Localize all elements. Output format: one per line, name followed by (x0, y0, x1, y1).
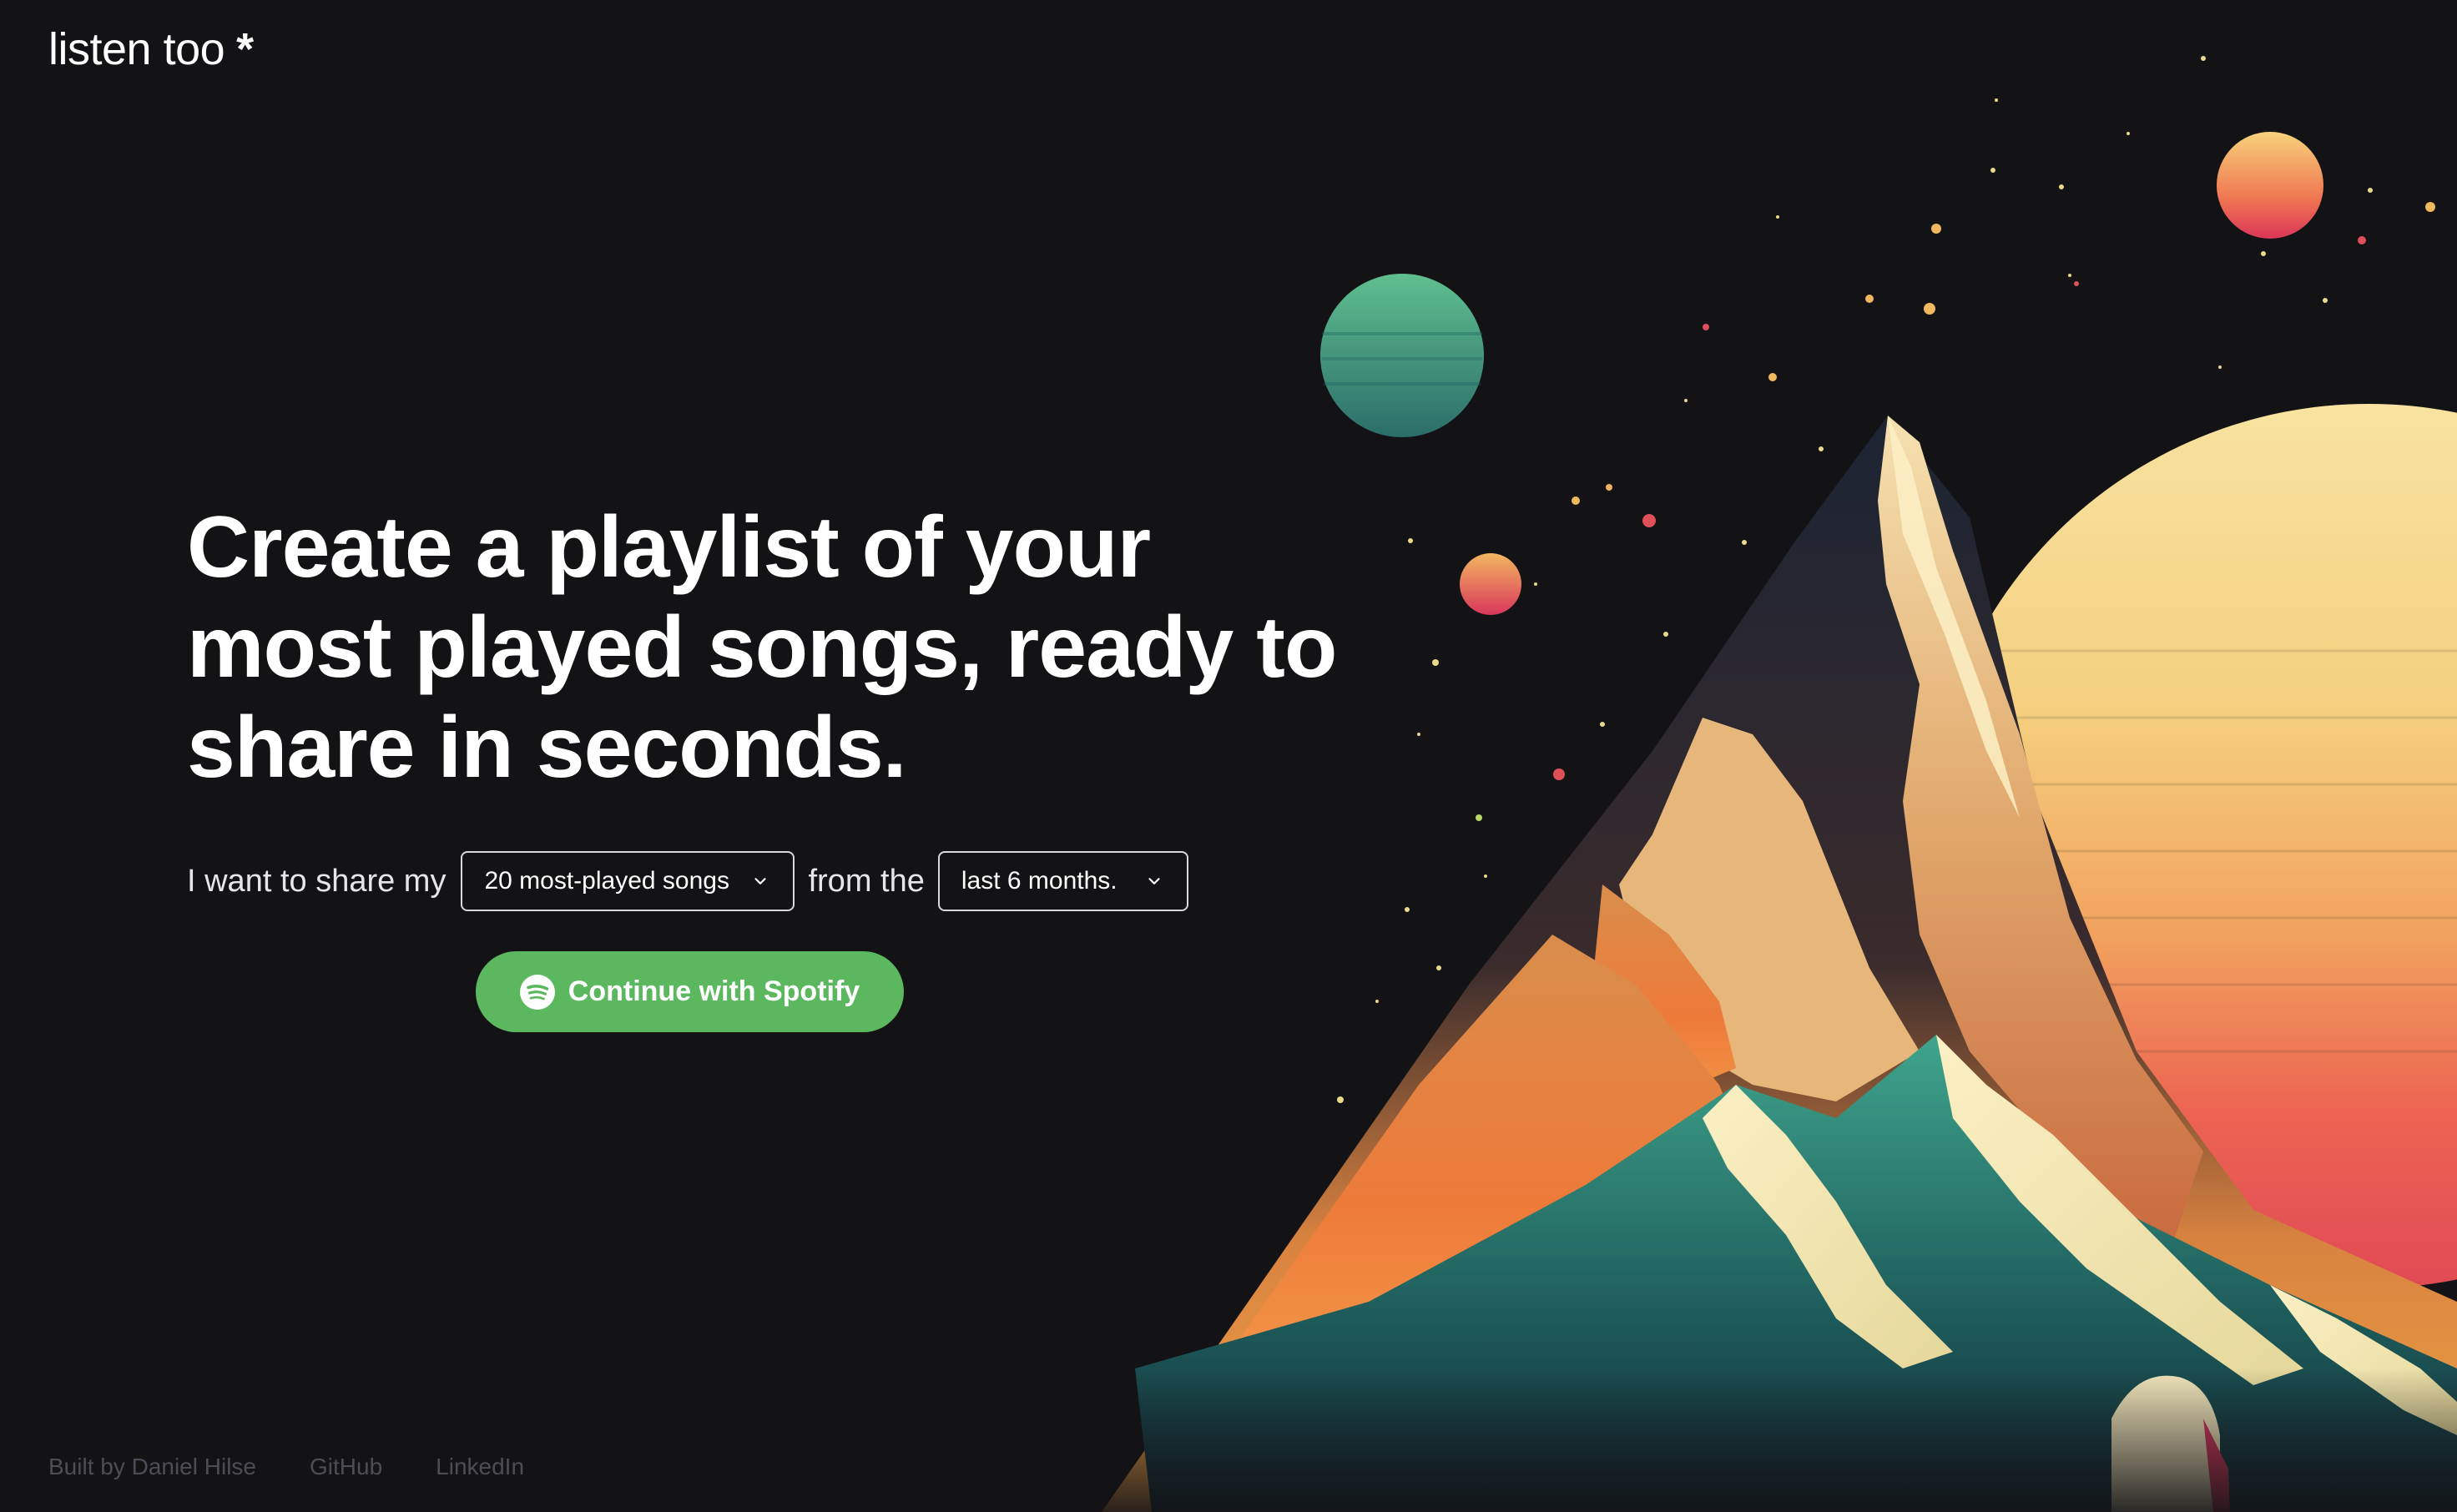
chevron-down-icon (749, 870, 771, 892)
footer-credit: Built by Daniel Hilse (48, 1454, 256, 1479)
logo-asterisk: * (236, 24, 254, 74)
chevron-down-icon (1143, 870, 1165, 892)
app-logo[interactable]: listen too * (48, 23, 254, 75)
song-count-value: 20 most-played songs (484, 867, 729, 895)
time-range-value: last 6 months. (961, 867, 1118, 895)
landing-page: listen too * Create a playlist of your m… (0, 0, 2457, 1512)
spotify-icon (519, 974, 555, 1010)
time-range-select[interactable]: last 6 months. (937, 851, 1188, 911)
footer: Built by Daniel Hilse GitHub LinkedIn (48, 1454, 524, 1480)
github-link[interactable]: GitHub (310, 1454, 382, 1480)
share-prefix-text: I want to share my (187, 863, 446, 899)
linkedin-link[interactable]: LinkedIn (436, 1454, 524, 1480)
share-middle-text: from the (808, 863, 925, 899)
continue-with-spotify-button[interactable]: Continue with Spotify (476, 951, 904, 1032)
continue-with-spotify-label: Continue with Spotify (568, 975, 860, 1007)
hero-title: Create a playlist of your most played so… (187, 499, 1337, 796)
logo-text: listen too (48, 24, 225, 74)
share-form: I want to share my 20 most-played songs … (187, 851, 1188, 911)
song-count-select[interactable]: 20 most-played songs (461, 851, 795, 911)
